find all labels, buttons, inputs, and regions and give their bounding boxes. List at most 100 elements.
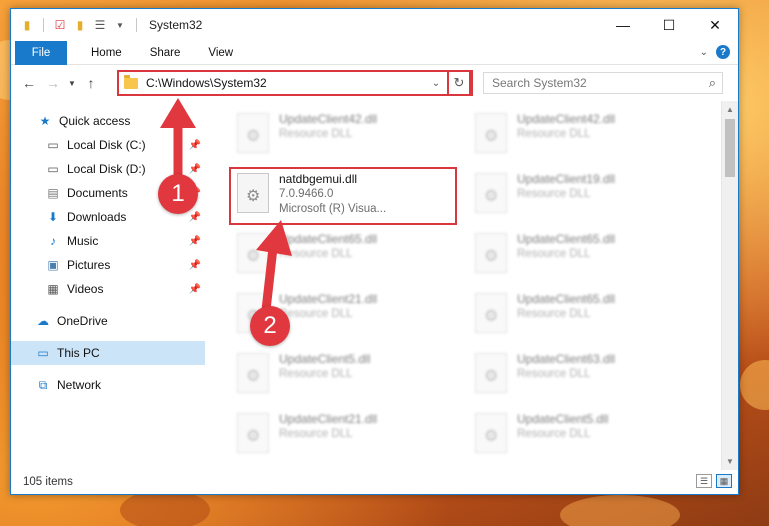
maximize-button[interactable]: ☐: [646, 9, 692, 41]
callout-badge-2: 2: [250, 306, 290, 346]
nav-label: Local Disk (C:): [67, 138, 146, 152]
file-name: UpdateClient42.dll: [517, 112, 616, 126]
dll-file-icon: [237, 413, 269, 453]
file-type: Resource DLL: [517, 188, 591, 200]
search-placeholder: Search System32: [492, 76, 587, 90]
tab-view[interactable]: View: [194, 47, 247, 59]
pin-icon[interactable]: 📌: [189, 236, 201, 247]
folder-icon: ▮: [23, 18, 31, 32]
file-item[interactable]: UpdateClient19.dll Resource DLL: [471, 169, 691, 219]
folder-icon: [124, 74, 138, 89]
nav-local-disk-c[interactable]: ▭ Local Disk (C:) 📌: [11, 133, 205, 157]
tiles-view-icon[interactable]: ▦: [716, 474, 732, 488]
file-item[interactable]: UpdateClient42.dll Resource DLL: [233, 109, 453, 159]
new-folder-icon[interactable]: ▮: [72, 17, 88, 33]
nav-label: OneDrive: [57, 314, 108, 328]
nav-quick-access[interactable]: ★ Quick access: [11, 109, 205, 133]
forward-arrow-icon[interactable]: →: [41, 75, 65, 91]
nav-label: Music: [67, 234, 99, 248]
file-item[interactable]: UpdateClient65.dll Resource DLL: [471, 229, 691, 279]
tab-file[interactable]: File: [15, 40, 67, 65]
nav-label: Local Disk (D:): [67, 162, 146, 176]
search-icon: ⌕: [708, 75, 716, 90]
dll-file-icon: [475, 113, 507, 153]
file-item[interactable]: UpdateClient65.dll Resource DLL: [233, 229, 453, 279]
expand-ribbon-icon[interactable]: ⌄: [700, 47, 708, 58]
file-list: UpdateClient42.dllResource DLL natdbgemu…: [205, 101, 738, 470]
cloud-icon: ☁: [37, 314, 49, 328]
chevron-down-icon[interactable]: ⌄: [427, 78, 445, 89]
pin-icon[interactable]: 📌: [189, 164, 201, 175]
file-item[interactable]: UpdateClient21.dll Resource DLL: [233, 409, 453, 459]
nav-onedrive[interactable]: ☁ OneDrive: [11, 309, 205, 333]
title-bar: ▮ ☑ ▮ ☰ ▼ System32 — ☐ ✕: [11, 9, 738, 41]
minimize-button[interactable]: —: [600, 9, 646, 41]
file-item[interactable]: UpdateClient65.dll Resource DLL: [471, 289, 691, 339]
nav-music[interactable]: ♪ Music 📌: [11, 229, 205, 253]
file-item[interactable]: UpdateClient63.dll Resource DLL: [471, 349, 691, 399]
file-name: UpdateClient65.dll: [279, 232, 378, 246]
file-name: UpdateClient21.dll: [279, 292, 378, 306]
computer-icon: ▭: [37, 346, 49, 360]
nav-this-pc[interactable]: ▭ This PC: [11, 341, 205, 365]
nav-videos[interactable]: ▦ Videos 📌: [11, 277, 205, 301]
pin-icon[interactable]: 📌: [189, 284, 201, 295]
music-icon: ♪: [50, 234, 56, 248]
chevron-down-icon[interactable]: ▼: [112, 17, 128, 33]
file-highlight-box: [229, 167, 457, 225]
tab-share[interactable]: Share: [136, 47, 195, 59]
downloads-icon: ⬇: [47, 210, 59, 224]
recent-locations-icon[interactable]: ▼: [65, 79, 79, 88]
up-arrow-icon[interactable]: ↑: [79, 75, 103, 91]
nav-label: Pictures: [67, 258, 111, 272]
callout-badge-1: 1: [158, 174, 198, 214]
file-name: UpdateClient63.dll: [517, 352, 616, 366]
customize-toolbar-icon[interactable]: ☰: [92, 17, 108, 33]
tab-home[interactable]: Home: [77, 47, 136, 59]
dll-file-icon: [237, 233, 269, 273]
file-type: Resource DLL: [517, 308, 591, 320]
nav-label: This PC: [57, 346, 100, 360]
status-bar: 105 items ☰ ▦: [11, 470, 738, 494]
videos-icon: ▦: [47, 282, 59, 296]
vertical-scrollbar[interactable]: ▲ ▼: [721, 101, 738, 470]
file-type: Resource DLL: [279, 308, 353, 320]
drive-icon: ▭: [47, 138, 59, 152]
properties-icon[interactable]: ☑: [52, 17, 68, 33]
dll-file-icon: [475, 233, 507, 273]
nav-label: Videos: [67, 282, 104, 296]
scroll-up-icon[interactable]: ▲: [722, 101, 738, 118]
nav-pictures[interactable]: ▣ Pictures 📌: [11, 253, 205, 277]
search-input[interactable]: Search System32 ⌕: [483, 72, 723, 94]
scrollbar-thumb[interactable]: [725, 119, 735, 177]
help-icon[interactable]: ?: [716, 45, 730, 59]
scroll-down-icon[interactable]: ▼: [722, 453, 738, 470]
nav-label: Documents: [67, 186, 128, 200]
address-row: ← → ▼ ↑ C:\Windows\System32 ⌄ ↻ Search S…: [11, 65, 738, 101]
star-icon: ★: [39, 114, 51, 128]
dll-file-icon: [237, 353, 269, 393]
pictures-icon: ▣: [47, 258, 59, 272]
main-content: ★ Quick access ▭ Local Disk (C:) 📌 ▭ Loc…: [11, 101, 738, 470]
pin-icon[interactable]: 📌: [189, 260, 201, 271]
file-item[interactable]: UpdateClient5.dll Resource DLL: [471, 409, 691, 459]
back-arrow-icon[interactable]: ←: [17, 75, 41, 91]
address-bar[interactable]: C:\Windows\System32 ⌄: [117, 70, 473, 96]
file-type: Resource DLL: [279, 428, 353, 440]
file-name: UpdateClient65.dll: [517, 232, 616, 246]
divider: [43, 18, 44, 32]
address-path[interactable]: C:\Windows\System32: [146, 76, 427, 90]
pin-icon[interactable]: 📌: [189, 140, 201, 151]
divider: [136, 18, 137, 32]
close-button[interactable]: ✕: [692, 9, 738, 41]
file-name: UpdateClient19.dll: [517, 172, 616, 186]
nav-network[interactable]: ⧉ Network: [11, 373, 205, 397]
dll-file-icon: [237, 113, 269, 153]
refresh-button[interactable]: ↻: [447, 70, 471, 96]
dll-file-icon: [475, 353, 507, 393]
pin-icon[interactable]: 📌: [189, 212, 201, 223]
file-item[interactable]: UpdateClient42.dll Resource DLL: [471, 109, 691, 159]
file-name: UpdateClient65.dll: [517, 292, 616, 306]
file-item[interactable]: UpdateClient5.dll Resource DLL: [233, 349, 453, 399]
details-view-icon[interactable]: ☰: [696, 474, 712, 488]
